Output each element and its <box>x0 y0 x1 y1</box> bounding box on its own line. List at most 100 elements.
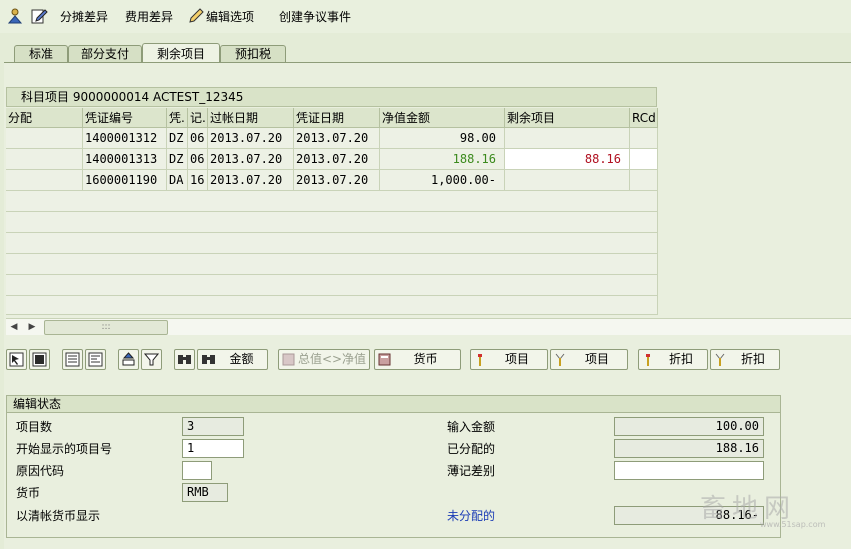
edit-document-icon[interactable] <box>30 7 48 25</box>
grid-title: 科目项目 9000000014 ACTEST_12345 <box>6 87 657 107</box>
search-icon[interactable] <box>174 349 195 370</box>
column-header-doc-type[interactable]: 凭. <box>167 108 188 128</box>
calculator-icon <box>378 353 391 366</box>
cell-allocation[interactable] <box>6 170 83 191</box>
entered-amount-field: 100.00 <box>614 417 764 436</box>
sort-icon[interactable] <box>118 349 139 370</box>
select-all-icon[interactable] <box>6 349 27 370</box>
cell-allocation[interactable] <box>6 149 83 170</box>
cell-net-amount[interactable]: 1,000.00- <box>380 170 505 191</box>
edit-options-button[interactable]: 编辑选项 <box>206 8 254 26</box>
unassigned-field: 88.16- <box>614 506 764 525</box>
empty-row <box>6 254 658 275</box>
column-header-rcd[interactable]: RCd <box>630 108 658 128</box>
cell-doc-type[interactable]: DZ <box>167 128 188 149</box>
application-toolbar: 分摊差异 费用差异 编辑选项 创建争议事件 <box>0 0 851 34</box>
cell-rcd[interactable] <box>630 170 658 191</box>
cell-rcd-input[interactable] <box>630 149 658 170</box>
deactivate-discount-button[interactable]: 折扣 <box>710 349 780 370</box>
pencil-icon <box>187 7 205 25</box>
deactivate-discount-label: 折扣 <box>740 352 765 366</box>
activate-discount-button[interactable]: 折扣 <box>638 349 708 370</box>
discount-fork-icon <box>715 353 725 366</box>
cell-residual-input[interactable]: 88.16 <box>505 149 630 170</box>
currency-field: RMB <box>182 483 228 502</box>
reason-code-input[interactable] <box>182 461 212 480</box>
activate-items-button[interactable]: 项目 <box>470 349 548 370</box>
cell-doc-number[interactable]: 1600001190 <box>83 170 167 191</box>
cell-allocation[interactable] <box>6 128 83 149</box>
cell-doc-type[interactable]: DA <box>167 170 188 191</box>
item-count-label: 项目数 <box>16 420 53 434</box>
gross-net-button[interactable]: 总值<>净值 <box>278 349 370 370</box>
currency-button-label: 货币 <box>413 352 438 366</box>
cell-posting-key[interactable]: 16 <box>188 170 208 191</box>
horizontal-scrollbar[interactable]: ◀ ▶ ::: <box>6 318 851 335</box>
currency-button[interactable]: 货币 <box>374 349 461 370</box>
person-icon[interactable] <box>6 7 24 25</box>
column-header-net-amount[interactable]: 净值金额 <box>380 108 505 128</box>
column-header-posting-date[interactable]: 过帐日期 <box>208 108 294 128</box>
column-header-doc-number[interactable]: 凭证编号 <box>83 108 167 128</box>
search-next-icon <box>202 355 215 364</box>
discount-marker-icon <box>646 354 650 366</box>
cell-doc-date[interactable]: 2013.07.20 <box>294 170 380 191</box>
deselect-block-icon[interactable] <box>85 349 106 370</box>
cell-posting-date[interactable]: 2013.07.20 <box>208 128 294 149</box>
cell-doc-date[interactable]: 2013.07.20 <box>294 149 380 170</box>
entered-amount-label: 输入金额 <box>447 420 496 434</box>
empty-row <box>6 296 658 315</box>
edit-status-title: 编辑状态 <box>6 395 781 413</box>
column-header-allocation[interactable]: 分配 <box>6 108 83 128</box>
distribute-diff-button[interactable]: 分摊差异 <box>60 8 108 26</box>
cell-residual[interactable] <box>505 170 630 191</box>
column-header-residual[interactable]: 剩余项目 <box>505 108 630 128</box>
column-header-posting-key[interactable]: 记. <box>188 108 208 128</box>
currency-label: 货币 <box>16 486 41 500</box>
assigned-field: 188.16 <box>614 439 764 458</box>
cell-doc-type[interactable]: DZ <box>167 149 188 170</box>
cell-net-amount[interactable]: 188.16 <box>380 149 505 170</box>
empty-row <box>6 275 658 296</box>
column-header-doc-date[interactable]: 凭证日期 <box>294 108 380 128</box>
cell-doc-number[interactable]: 1400001313 <box>83 149 167 170</box>
scroll-right-icon[interactable]: ▶ <box>26 320 38 334</box>
first-item-input[interactable]: 1 <box>182 439 244 458</box>
cell-net-amount[interactable]: 98.00 <box>380 128 505 149</box>
cell-doc-date[interactable]: 2013.07.20 <box>294 128 380 149</box>
deactivate-items-button[interactable]: 项目 <box>550 349 628 370</box>
scroll-left-icon[interactable]: ◀ <box>8 320 20 334</box>
filter-icon[interactable] <box>141 349 162 370</box>
activate-items-label: 项目 <box>504 352 529 366</box>
empty-row <box>6 233 658 254</box>
unassigned-label[interactable]: 未分配的 <box>447 508 495 524</box>
create-dispute-button[interactable]: 创建争议事件 <box>279 8 351 26</box>
cell-posting-key[interactable]: 06 <box>188 149 208 170</box>
scrollbar-thumb[interactable]: ::: <box>44 320 168 335</box>
tab-strip: 标准 部分支付 剩余项目 预扣税 <box>0 33 851 65</box>
calculator-icon <box>282 353 295 366</box>
select-block-icon[interactable] <box>62 349 83 370</box>
posting-diff-input[interactable] <box>614 461 764 480</box>
cell-doc-number[interactable]: 1400001312 <box>83 128 167 149</box>
amount-button-label: 金额 <box>229 352 254 366</box>
cell-posting-key[interactable]: 06 <box>188 128 208 149</box>
cell-posting-date[interactable]: 2013.07.20 <box>208 170 294 191</box>
first-item-label: 开始显示的项目号 <box>16 442 113 456</box>
watermark-url: www.51sap.com <box>760 520 826 529</box>
empty-row <box>6 212 658 233</box>
item-count-field: 3 <box>182 417 244 436</box>
item-marker-icon <box>478 354 482 366</box>
gross-net-button-label: 总值<>净值 <box>297 352 367 366</box>
assigned-label: 已分配的 <box>447 442 496 456</box>
expense-diff-button[interactable]: 费用差异 <box>125 8 173 26</box>
deselect-all-icon[interactable] <box>29 349 50 370</box>
posting-diff-label: 薄记差别 <box>447 464 496 478</box>
empty-row <box>6 191 658 212</box>
cell-rcd[interactable] <box>630 128 658 149</box>
amount-button[interactable]: 金额 <box>197 349 268 370</box>
cell-posting-date[interactable]: 2013.07.20 <box>208 149 294 170</box>
activate-discount-label: 折扣 <box>668 352 693 366</box>
cell-residual[interactable] <box>505 128 630 149</box>
deactivate-items-label: 项目 <box>584 352 609 366</box>
